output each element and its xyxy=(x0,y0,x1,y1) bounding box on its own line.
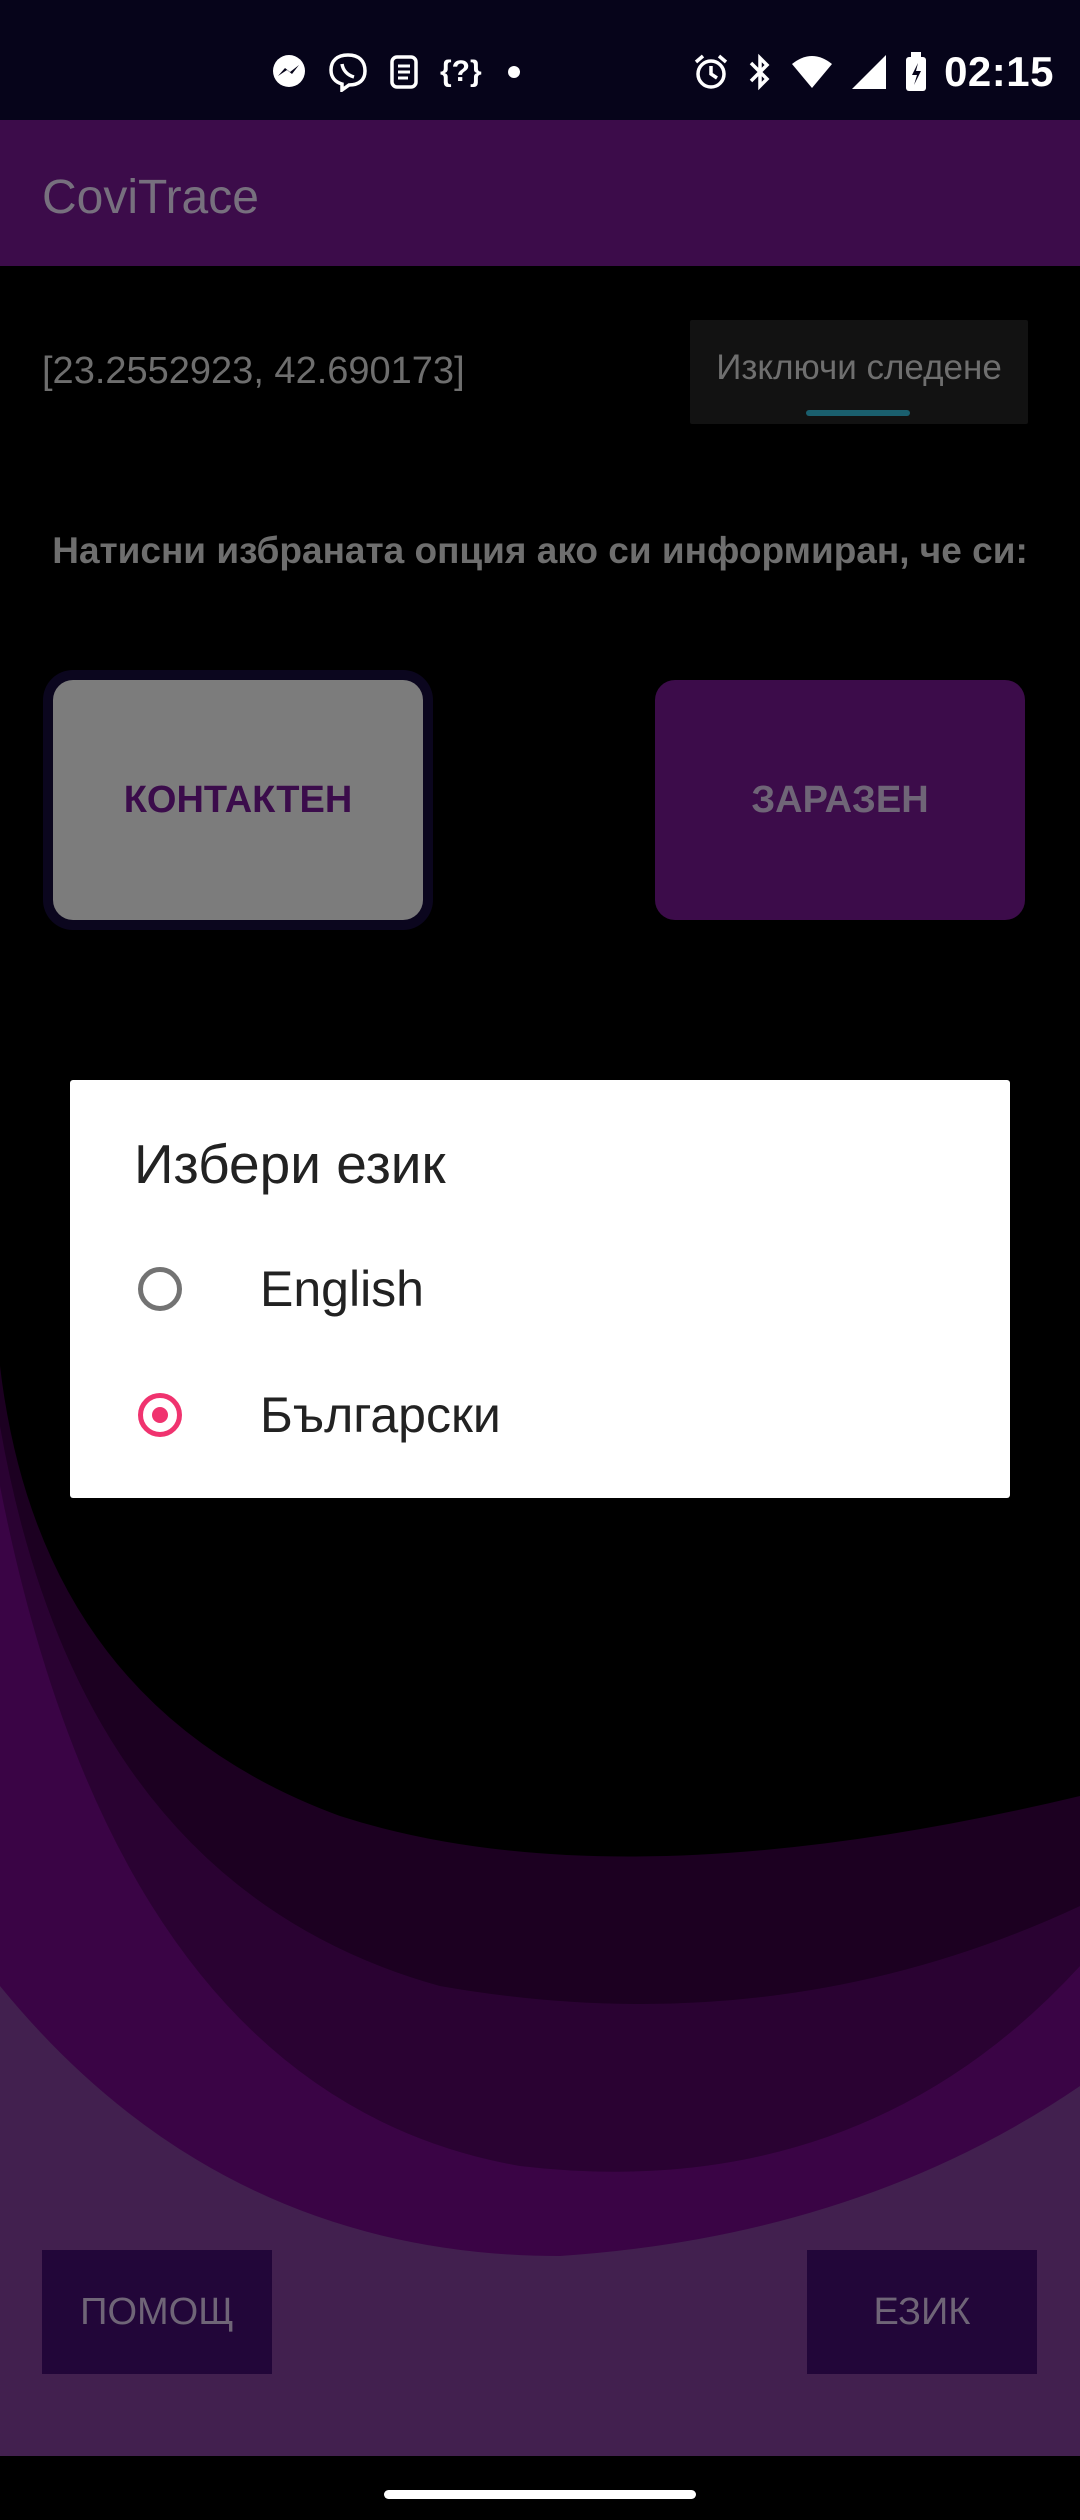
radio-dot xyxy=(152,1407,168,1423)
app-bar: CoviTrace xyxy=(0,120,1080,266)
radio-selected-icon[interactable] xyxy=(138,1393,182,1437)
clock: 02:15 xyxy=(944,48,1054,95)
coordinates-text: [23.2552923, 42.690173] xyxy=(42,350,465,392)
infected-button[interactable]: ЗАРАЗЕН xyxy=(655,680,1025,920)
navigation-bar xyxy=(0,2456,1080,2520)
language-label: ЕЗИК xyxy=(873,2290,971,2333)
dialog-title: Избери език xyxy=(134,1133,446,1195)
messenger-icon xyxy=(273,55,305,87)
language-dialog: Избери език English Български xyxy=(70,1080,1010,1498)
contact-label: КОНТАКТЕН xyxy=(123,778,353,821)
help-label: ПОМОЩ xyxy=(80,2290,234,2333)
bluetooth-icon xyxy=(749,53,770,91)
status-bar: {?} 02:15 xyxy=(0,0,1080,120)
code-icon: {?} xyxy=(440,55,482,88)
radio-unselected-icon[interactable] xyxy=(138,1267,182,1311)
option-label-english: English xyxy=(260,1261,424,1317)
notification-app-icon xyxy=(390,55,418,89)
dot-icon xyxy=(507,66,520,78)
app-title: CoviTrace xyxy=(42,171,259,224)
infected-label: ЗАРАЗЕН xyxy=(751,778,929,821)
signal-icon xyxy=(852,55,887,89)
toggle-indicator xyxy=(806,410,910,416)
wifi-icon xyxy=(792,56,833,88)
alarm-icon xyxy=(694,54,728,89)
help-button[interactable]: ПОМОЩ xyxy=(42,2250,272,2374)
home-gesture-handle[interactable] xyxy=(384,2490,696,2499)
stop-tracking-button[interactable]: Изключи следене xyxy=(690,320,1028,424)
battery-charging-icon xyxy=(906,52,927,91)
prompt-text: Натисни избраната опция ако си информира… xyxy=(52,530,1028,571)
stop-tracking-label: Изключи следене xyxy=(716,348,1002,387)
language-option-english[interactable]: English xyxy=(70,1234,1010,1344)
contact-button[interactable]: КОНТАКТЕН xyxy=(53,680,423,920)
system-icons: 02:15 xyxy=(692,44,1054,100)
viber-icon xyxy=(329,53,367,92)
option-label-bulgarian: Български xyxy=(260,1387,501,1443)
language-button[interactable]: ЕЗИК xyxy=(807,2250,1037,2374)
language-option-bulgarian[interactable]: Български xyxy=(70,1360,1010,1470)
notification-icons: {?} xyxy=(270,48,526,96)
